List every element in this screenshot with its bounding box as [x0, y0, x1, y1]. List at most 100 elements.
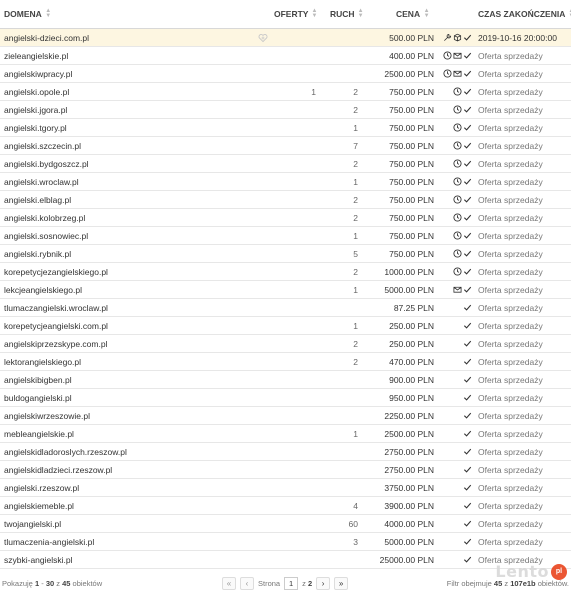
table-row[interactable]: angielskiemeble.pl 4 3900.00 PLN Oferta spr…	[0, 497, 571, 515]
domain-link[interactable]: tlumaczangielski.wroclaw.pl	[0, 299, 270, 316]
domain-link[interactable]: mebleangielskie.pl	[0, 425, 270, 442]
page-number-input[interactable]: 1	[284, 577, 299, 590]
price-value: 400.00 PLN	[389, 50, 434, 61]
status-icons	[436, 461, 474, 478]
table-row[interactable]: korepetycjezangielskiego.pl 2 1000.00 PLN O…	[0, 263, 571, 281]
watermark-text: Lento	[495, 562, 549, 581]
domain-link[interactable]: angielski.kolobrzeg.pl	[0, 209, 270, 226]
domain-link[interactable]: korepetycjeangielski.com.pl	[0, 317, 270, 334]
domain-link[interactable]: angielski.sosnowiec.pl	[0, 227, 270, 244]
domain-link[interactable]: angielski-dzieci.com.pl	[0, 29, 270, 46]
domain-link[interactable]: angielski.wroclaw.pl	[0, 173, 270, 190]
table-row[interactable]: korepetycjeangielski.com.pl 1 250.00 PLN Of…	[0, 317, 571, 335]
end-time: Oferta sprzedaży	[478, 464, 543, 475]
table-row[interactable]: angielskiprzezskype.com.pl 2 250.00 PLN Ofe…	[0, 335, 571, 353]
table-row[interactable]: angielski.bydgoszcz.pl 2 750.00 PLN Oferta …	[0, 155, 571, 173]
sort-icon[interactable]: ▲▼	[358, 8, 364, 19]
check-icon	[463, 519, 472, 528]
table-row[interactable]: angielski.szczecin.pl 7 750.00 PLN Oferta s…	[0, 137, 571, 155]
end-time: Oferta sprzedaży	[478, 338, 543, 349]
table-row[interactable]: buldogangielski.pl 950.00 PLN Oferta sprze…	[0, 389, 571, 407]
table-row[interactable]: angielski.rzeszow.pl 3750.00 PLN Oferta sp…	[0, 479, 571, 497]
domain-link[interactable]: korepetycjezangielskiego.pl	[0, 263, 270, 280]
sort-icon[interactable]: ▲▼	[45, 8, 52, 19]
table-row[interactable]: angielskidladoroslych.rzeszow.pl 2750.00 …	[0, 443, 571, 461]
price-value: 1000.00 PLN	[384, 266, 434, 277]
table-row[interactable]: angielskibigben.pl 900.00 PLN Oferta sprze…	[0, 371, 571, 389]
price-value: 750.00 PLN	[389, 194, 434, 205]
table-row[interactable]: zieleangielskie.pl 400.00 PLN Oferta sprze…	[0, 47, 571, 65]
column-header-offers[interactable]: OFERTY ▲ ▼	[270, 0, 320, 28]
check-icon	[463, 537, 472, 546]
column-header-domain[interactable]: DOMENA ▲ ▼	[0, 0, 270, 28]
domain-link[interactable]: angielski.jgora.pl	[0, 101, 270, 118]
table-row[interactable]: szybki-angielski.pl 25000.00 PLN Oferta sp…	[0, 551, 571, 569]
table-row[interactable]: angielskidladzieci.rzeszow.pl 2750.00 PLN…	[0, 461, 571, 479]
table-row[interactable]: tlumaczenia-angielski.pl 3 5000.00 PLN Ofer…	[0, 533, 571, 551]
domain-link[interactable]: lekcjeangielskiego.pl	[0, 281, 270, 298]
domain-link[interactable]: angielski.szczecin.pl	[0, 137, 270, 154]
price-value: 950.00 PLN	[389, 392, 434, 403]
domain-link[interactable]: tlumaczenia-angielski.pl	[0, 533, 270, 550]
first-page-button[interactable]: «	[222, 577, 236, 590]
domain-link[interactable]: angielskiwrzeszowie.pl	[0, 407, 270, 424]
table-row[interactable]: angielski.wroclaw.pl 1 750.00 PLN Oferta sp…	[0, 173, 571, 191]
table-row[interactable]: lekcjeangielskiego.pl 1 5000.00 PLN Oferta …	[0, 281, 571, 299]
offers-count	[270, 119, 320, 136]
prev-page-button[interactable]: ‹	[240, 577, 254, 590]
traffic-count: 4	[353, 500, 358, 511]
domain-link[interactable]: angielskibigben.pl	[0, 371, 270, 388]
check-icon	[463, 159, 472, 168]
table-row[interactable]: lektorangielskiego.pl 2 470.00 PLN Oferta s…	[0, 353, 571, 371]
domain-link[interactable]: twojangielski.pl	[0, 515, 270, 532]
domain-link[interactable]: zieleangielskie.pl	[0, 47, 270, 64]
domain-link[interactable]: angielski.rybnik.pl	[0, 245, 270, 262]
domain-link[interactable]: angielski.rzeszow.pl	[0, 479, 270, 496]
column-header-traffic[interactable]: RUCH ▲ ▼	[320, 0, 364, 28]
offers-count	[270, 209, 320, 226]
table-row[interactable]: angielskiwpracy.pl 2500.00 PLN Oferta sprz…	[0, 65, 571, 83]
domain-link[interactable]: angielskidladoroslych.rzeszow.pl	[0, 443, 270, 460]
table-row[interactable]: twojangielski.pl 60 4000.00 PLN Oferta sprz…	[0, 515, 571, 533]
domain-link[interactable]: angielski.elblag.pl	[0, 191, 270, 208]
check-icon	[463, 375, 472, 384]
sort-icon[interactable]: ▲▼	[423, 8, 430, 19]
domain-link[interactable]: angielski.tgory.pl	[0, 119, 270, 136]
domain-link[interactable]: buldogangielski.pl	[0, 389, 270, 406]
domain-link[interactable]: angielskidladzieci.rzeszow.pl	[0, 461, 270, 478]
offers-count	[270, 29, 320, 46]
table-row[interactable]: angielski.rybnik.pl 5 750.00 PLN Oferta spr…	[0, 245, 571, 263]
last-page-button[interactable]: »	[334, 577, 349, 590]
column-header-price[interactable]: CENA ▲ ▼	[364, 0, 436, 28]
domain-link[interactable]: lektorangielskiego.pl	[0, 353, 270, 370]
traffic-count	[320, 407, 364, 424]
table-row[interactable]: angielski.kolobrzeg.pl 2 750.00 PLN Oferta …	[0, 209, 571, 227]
end-time: Oferta sprzedaży	[478, 158, 543, 169]
page-label: Strona	[258, 579, 281, 588]
table-row[interactable]: angielskiwrzeszowie.pl 2250.00 PLN Oferta …	[0, 407, 571, 425]
table-row[interactable]: angielski.elblag.pl 2 750.00 PLN Oferta spr…	[0, 191, 571, 209]
domain-link[interactable]: angielskiprzezskype.com.pl	[0, 335, 270, 352]
domain-link[interactable]: angielski.opole.pl	[0, 83, 270, 100]
status-icons	[436, 497, 474, 514]
price-value: 5000.00 PLN	[384, 284, 434, 295]
table-row[interactable]: angielski-dzieci.com.pl 500.00 PLN 2019-10…	[0, 29, 571, 47]
sort-icon[interactable]: ▲▼	[311, 8, 317, 19]
price-value: 500.00 PLN	[389, 32, 434, 43]
favorite-heart-icon[interactable]	[258, 33, 268, 43]
domain-link[interactable]: szybki-angielski.pl	[0, 551, 270, 568]
table-row[interactable]: angielski.opole.pl 1 2 750.00 PLN Oferta spr…	[0, 83, 571, 101]
domain-link[interactable]: angielskiwpracy.pl	[0, 65, 270, 82]
table-row[interactable]: angielski.tgory.pl 1 750.00 PLN Oferta sprz…	[0, 119, 571, 137]
end-time: Oferta sprzedaży	[478, 50, 543, 61]
table-row[interactable]: tlumaczangielski.wroclaw.pl 87.25 PLN Ofer…	[0, 299, 571, 317]
column-header-end-time[interactable]: CZAS ZAKOŃCZENIA ▲▼	[474, 0, 571, 28]
table-row[interactable]: mebleangielskie.pl 1 2500.00 PLN Oferta spr…	[0, 425, 571, 443]
table-row[interactable]: angielski.jgora.pl 2 750.00 PLN Oferta sprz…	[0, 101, 571, 119]
domain-link[interactable]: angielskiemeble.pl	[0, 497, 270, 514]
next-page-button[interactable]: ›	[316, 577, 331, 590]
end-time: Oferta sprzedaży	[478, 392, 543, 403]
table-row[interactable]: angielski.sosnowiec.pl 1 750.00 PLN Oferta …	[0, 227, 571, 245]
check-icon	[463, 411, 472, 420]
domain-link[interactable]: angielski.bydgoszcz.pl	[0, 155, 270, 172]
